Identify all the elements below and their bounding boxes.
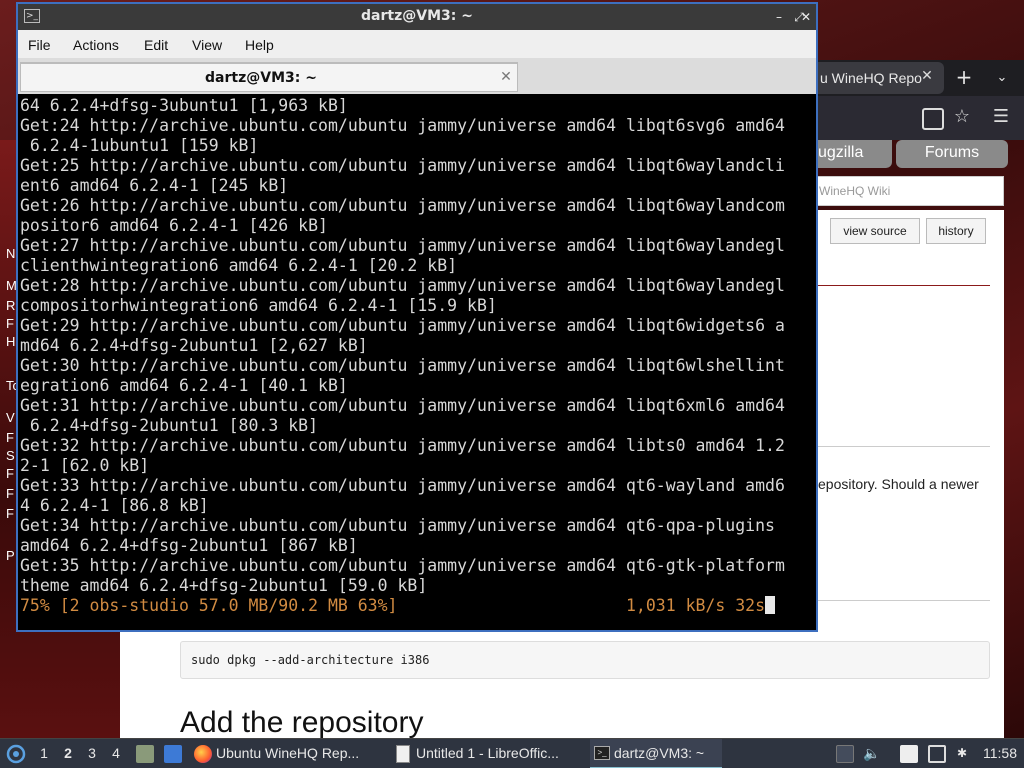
reader-view-icon[interactable] bbox=[922, 108, 944, 130]
terminal-tab-label: dartz@VM3: ~ bbox=[205, 70, 317, 86]
file-manager-icon[interactable] bbox=[136, 745, 154, 763]
sidebar-letter[interactable]: S bbox=[6, 448, 15, 463]
task-terminal[interactable]: >_ dartz@VM3: ~ bbox=[590, 739, 722, 768]
window-title: dartz@VM3: ~ bbox=[361, 8, 473, 24]
view-source-button[interactable]: view source bbox=[830, 218, 920, 244]
task-label: Untitled 1 - LibreOffic... bbox=[416, 745, 559, 761]
menu-edit[interactable]: Edit bbox=[144, 37, 168, 53]
taskbar: 1 2 3 4 Ubuntu WineHQ Rep... Untitled 1 … bbox=[0, 738, 1024, 768]
terminal-line: compositorhwintegration6 amd64 6.2.4-1 [… bbox=[20, 296, 497, 315]
terminal-line: ent6 amd64 6.2.4-1 [245 kB] bbox=[20, 176, 289, 195]
divider bbox=[808, 600, 990, 601]
sidebar-letter: N bbox=[6, 246, 16, 261]
terminal-line: clienthwintegration6 amd64 6.2.4-1 [20.2… bbox=[20, 256, 458, 275]
sidebar-letter[interactable]: F bbox=[6, 466, 14, 481]
document-icon bbox=[396, 745, 410, 763]
terminal-cursor bbox=[765, 596, 776, 614]
show-desktop-icon[interactable] bbox=[164, 745, 182, 763]
terminal-tab[interactable]: dartz@VM3: ~ ✕ bbox=[20, 62, 518, 92]
terminal-line: positor6 amd64 6.2.4-1 [426 kB] bbox=[20, 216, 328, 235]
terminal-line: Get:26 http://archive.ubuntu.com/ubuntu … bbox=[20, 196, 785, 215]
volume-icon[interactable]: 🔈 bbox=[862, 739, 882, 768]
terminal-tabbar: dartz@VM3: ~ ✕ bbox=[18, 58, 816, 94]
terminal-menubar: File Actions Edit View Help bbox=[18, 30, 816, 58]
sidebar-letter[interactable]: R bbox=[6, 298, 15, 313]
sidebar-letter[interactable]: F bbox=[6, 486, 14, 501]
bluetooth-icon[interactable]: ✱ bbox=[952, 739, 972, 768]
terminal-line: Get:31 http://archive.ubuntu.com/ubuntu … bbox=[20, 396, 785, 415]
sidebar-letter[interactable]: F bbox=[6, 430, 14, 445]
history-button[interactable]: history bbox=[926, 218, 986, 244]
task-firefox[interactable]: Ubuntu WineHQ Rep... bbox=[192, 739, 388, 768]
page-paragraph: epository. Should a newer bbox=[818, 476, 979, 492]
nav-bugzilla-button[interactable]: ugzilla bbox=[808, 140, 892, 168]
progress-line: 75% [2 obs-studio 57.0 MB/90.2 MB 63%] 1… bbox=[20, 596, 816, 616]
clipboard-icon[interactable] bbox=[836, 745, 854, 763]
code-block: sudo dpkg --add-architecture i386 bbox=[180, 641, 990, 679]
workspace-4[interactable]: 4 bbox=[106, 739, 126, 768]
bookmark-star-icon[interactable]: ☆ bbox=[950, 106, 974, 130]
wiki-search-input[interactable]: WineHQ Wiki bbox=[808, 176, 1004, 206]
workspace-2[interactable]: 2 bbox=[58, 739, 78, 768]
tab-list-button[interactable]: ⌄ bbox=[990, 66, 1014, 90]
terminal-line: md64 6.2.4+dfsg-2ubuntu1 [2,627 kB] bbox=[20, 336, 368, 355]
terminal-line: Get:27 http://archive.ubuntu.com/ubuntu … bbox=[20, 236, 785, 255]
sidebar-letter[interactable]: F bbox=[6, 506, 14, 521]
terminal-line: Get:25 http://archive.ubuntu.com/ubuntu … bbox=[20, 156, 785, 175]
firefox-icon bbox=[194, 745, 212, 763]
terminal-line: 64 6.2.4+dfsg-3ubuntu1 [1,963 kB] bbox=[20, 96, 348, 115]
terminal-line: Get:34 http://archive.ubuntu.com/ubuntu … bbox=[20, 516, 775, 535]
menu-actions[interactable]: Actions bbox=[73, 37, 119, 53]
tab-close-icon[interactable]: ✕ bbox=[497, 69, 515, 87]
divider bbox=[808, 446, 990, 447]
workspace-3[interactable]: 3 bbox=[82, 739, 102, 768]
terminal-titlebar[interactable]: >_ dartz@VM3: ~ – ⤢ ✕ bbox=[18, 4, 816, 30]
task-label: Ubuntu WineHQ Rep... bbox=[216, 745, 360, 761]
tab-close-icon[interactable]: ✕ bbox=[918, 68, 936, 86]
display-icon[interactable] bbox=[928, 745, 946, 763]
task-libreoffice[interactable]: Untitled 1 - LibreOffic... bbox=[392, 739, 588, 768]
terminal-line: 6.2.4+dfsg-2ubuntu1 [80.3 kB] bbox=[20, 416, 319, 435]
sidebar-letter[interactable]: F bbox=[6, 316, 14, 331]
workspace-1[interactable]: 1 bbox=[34, 739, 54, 768]
terminal-line: Get:35 http://archive.ubuntu.com/ubuntu … bbox=[20, 556, 785, 575]
new-tab-button[interactable]: + bbox=[952, 66, 976, 90]
terminal-line: 4 6.2.4-1 [86.8 kB] bbox=[20, 496, 209, 515]
terminal-line: Get:29 http://archive.ubuntu.com/ubuntu … bbox=[20, 316, 785, 335]
hamburger-menu-icon[interactable]: ☰ bbox=[990, 106, 1012, 128]
sidebar-letter: P bbox=[6, 548, 15, 563]
terminal-line: Get:28 http://archive.ubuntu.com/ubuntu … bbox=[20, 276, 785, 295]
menu-file[interactable]: File bbox=[28, 37, 51, 53]
notes-icon[interactable] bbox=[900, 745, 918, 763]
task-label: dartz@VM3: ~ bbox=[614, 745, 705, 761]
start-menu-icon[interactable] bbox=[4, 739, 28, 768]
divider bbox=[808, 285, 990, 286]
menu-view[interactable]: View bbox=[192, 37, 222, 53]
terminal-icon: >_ bbox=[594, 746, 610, 760]
terminal-line: egration6 amd64 6.2.4-1 [40.1 kB] bbox=[20, 376, 348, 395]
terminal-window: >_ dartz@VM3: ~ – ⤢ ✕ File Actions Edit … bbox=[16, 2, 818, 632]
sidebar-letter[interactable]: V bbox=[6, 410, 15, 425]
menu-help[interactable]: Help bbox=[245, 37, 274, 53]
nav-forums-button[interactable]: Forums bbox=[896, 140, 1008, 168]
close-icon[interactable]: ✕ bbox=[796, 8, 816, 26]
minimize-icon[interactable]: – bbox=[770, 8, 788, 26]
terminal-line: Get:30 http://archive.ubuntu.com/ubuntu … bbox=[20, 356, 785, 375]
terminal-line: theme amd64 6.2.4+dfsg-2ubuntu1 [59.0 kB… bbox=[20, 576, 428, 595]
terminal-line: 6.2.4-1ubuntu1 [159 kB] bbox=[20, 136, 259, 155]
terminal-line: Get:24 http://archive.ubuntu.com/ubuntu … bbox=[20, 116, 785, 135]
terminal-line: 2-1 [62.0 kB] bbox=[20, 456, 150, 475]
terminal-line: amd64 6.2.4+dfsg-2ubuntu1 [867 kB] bbox=[20, 536, 358, 555]
sidebar-letter[interactable]: H bbox=[6, 334, 15, 349]
clock[interactable]: 11:58 bbox=[978, 739, 1022, 768]
terminal-line: Get:33 http://archive.ubuntu.com/ubuntu … bbox=[20, 476, 785, 495]
terminal-output[interactable]: 64 6.2.4+dfsg-3ubuntu1 [1,963 kB] Get:24… bbox=[18, 94, 816, 630]
progress-text: 75% [2 obs-studio 57.0 MB/90.2 MB 63%] 1… bbox=[20, 596, 766, 615]
terminal-line: Get:32 http://archive.ubuntu.com/ubuntu … bbox=[20, 436, 785, 455]
